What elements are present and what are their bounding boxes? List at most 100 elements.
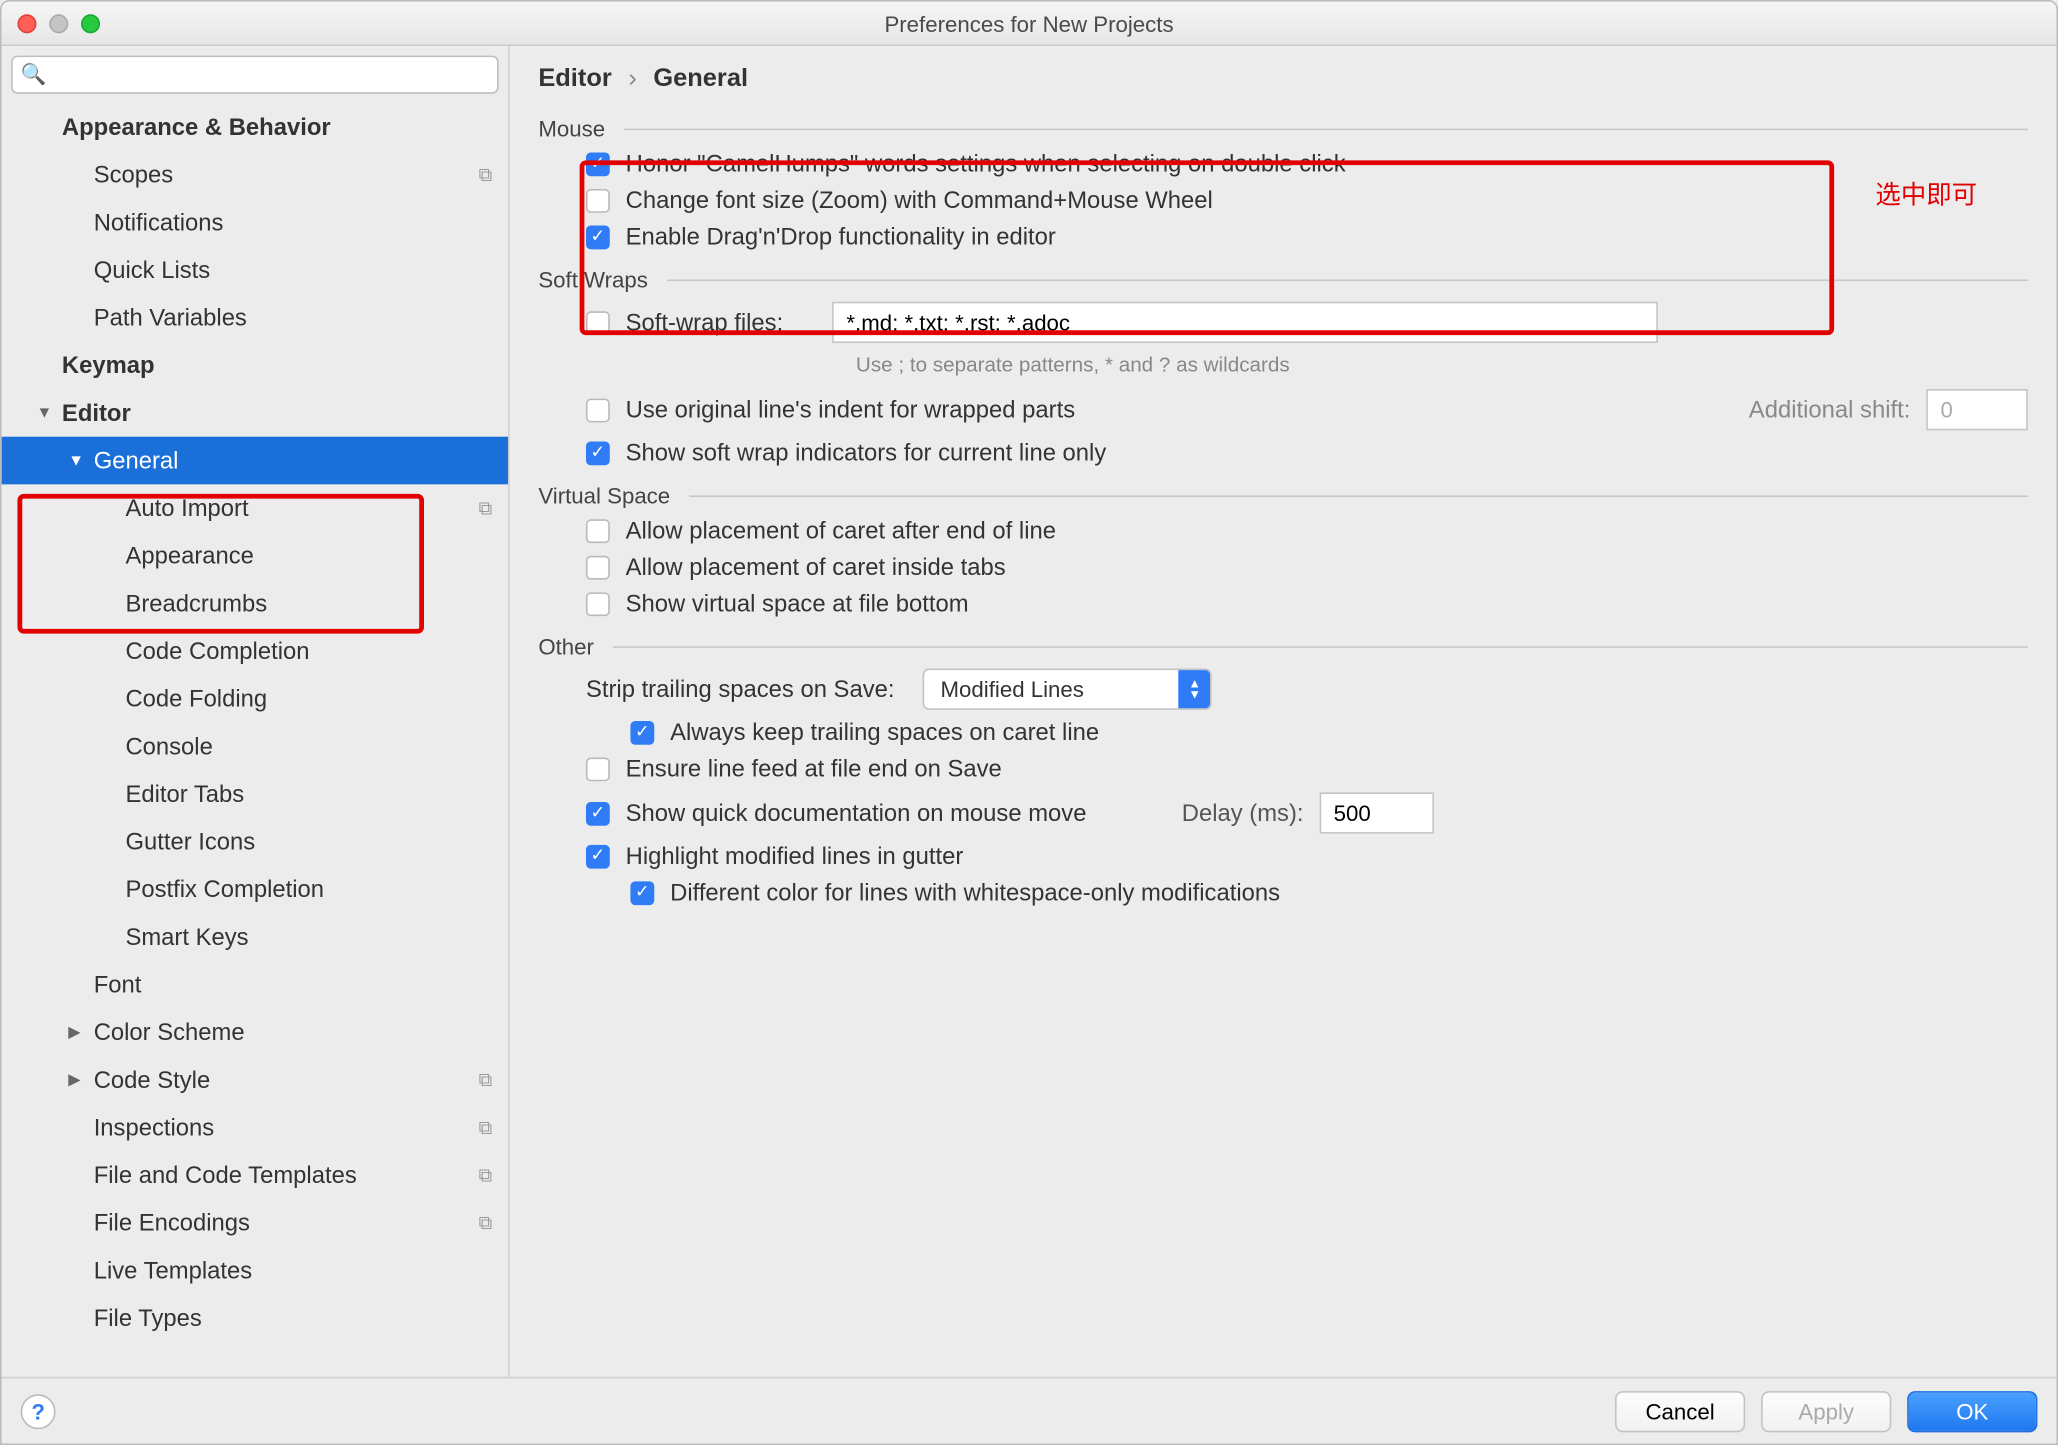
sidebar-item-notifications[interactable]: Notifications — [2, 199, 509, 247]
quick-doc-checkbox[interactable] — [586, 801, 610, 825]
sidebar-item-file-encodings[interactable]: File Encodings ⧉ — [2, 1199, 509, 1247]
sidebar-item-label: Breadcrumbs — [125, 590, 267, 617]
section-softwraps: Soft Wraps — [538, 267, 2028, 292]
sidebar-item-label: Scopes — [94, 161, 173, 188]
copy-icon: ⧉ — [479, 1163, 493, 1187]
section-other: Other — [538, 634, 2028, 659]
sidebar-item-label: Smart Keys — [125, 923, 248, 950]
caret-after-eol-checkbox[interactable] — [586, 519, 610, 543]
sidebar-item-smart-keys[interactable]: Smart Keys — [2, 913, 509, 961]
help-button[interactable]: ? — [21, 1393, 56, 1428]
sidebar-item-label: General — [94, 447, 179, 474]
use-original-indent-label: Use original line's indent for wrapped p… — [626, 396, 1075, 423]
sidebar-item-quick-lists[interactable]: Quick Lists — [2, 246, 509, 294]
sidebar-item-label: Notifications — [94, 209, 224, 236]
keep-trailing-label: Always keep trailing spaces on caret lin… — [670, 719, 1099, 746]
sidebar-item-editor[interactable]: ▼ Editor — [2, 389, 509, 437]
titlebar: Preferences for New Projects — [2, 2, 2057, 46]
sidebar-item-label: File Types — [94, 1305, 202, 1332]
sidebar-item-editor-tabs[interactable]: Editor Tabs — [2, 770, 509, 818]
sidebar-item-label: Appearance — [125, 542, 253, 569]
sidebar-item-code-style[interactable]: ▶Code Style⧉ — [2, 1056, 509, 1104]
copy-icon: ⧉ — [479, 1116, 493, 1140]
use-original-indent-checkbox[interactable] — [586, 398, 610, 422]
softwrap-indicators-label: Show soft wrap indicators for current li… — [626, 440, 1107, 467]
caret-after-eol-label: Allow placement of caret after end of li… — [626, 518, 1056, 545]
diff-color-label: Different color for lines with whitespac… — [670, 880, 1280, 907]
ok-button[interactable]: OK — [1907, 1390, 2037, 1431]
virtual-space-bottom-checkbox[interactable] — [586, 592, 610, 616]
sidebar-item-label: Editor — [62, 399, 131, 426]
sidebar-item-color-scheme[interactable]: ▶Color Scheme — [2, 1008, 509, 1056]
enable-dnd-checkbox[interactable] — [586, 225, 610, 249]
chevron-down-icon: ▼ — [37, 404, 53, 421]
sidebar-item-auto-import[interactable]: Auto Import⧉ — [2, 484, 509, 532]
sidebar-item-breadcrumbs[interactable]: Breadcrumbs — [2, 580, 509, 628]
copy-icon: ⧉ — [479, 1068, 493, 1092]
sidebar-item-postfix-completion[interactable]: Postfix Completion — [2, 865, 509, 913]
chevron-right-icon: ▶ — [68, 1023, 80, 1040]
window-title: Preferences for New Projects — [2, 10, 2057, 35]
cancel-button[interactable]: Cancel — [1615, 1390, 1745, 1431]
enable-dnd-label: Enable Drag'n'Drop functionality in edit… — [626, 224, 1056, 251]
breadcrumb: Editor › General — [538, 65, 2028, 94]
sidebar-item-console[interactable]: Console — [2, 723, 509, 771]
strip-trailing-select[interactable]: Modified Lines ▲▼ — [923, 669, 1212, 710]
softwrap-files-checkbox[interactable] — [586, 310, 610, 334]
search-icon: 🔍 — [21, 62, 47, 87]
honor-camelhumps-label: Honor "CamelHumps" words settings when s… — [626, 151, 1346, 178]
sidebar-item-label: Font — [94, 971, 142, 998]
chevron-right-icon: › — [628, 65, 636, 92]
sidebar-item-inspections[interactable]: Inspections⧉ — [2, 1104, 509, 1152]
breadcrumb-root: Editor — [538, 65, 611, 92]
sidebar-item-label: Appearance & Behavior — [62, 114, 331, 141]
copy-icon: ⧉ — [479, 496, 493, 520]
settings-tree[interactable]: Appearance & Behavior Scopes ⧉ Notification… — [2, 103, 509, 1380]
sidebar-item-gutter-icons[interactable]: Gutter Icons — [2, 818, 509, 866]
sidebar-item-label: Code Completion — [125, 638, 309, 665]
sidebar-item-code-completion[interactable]: Code Completion — [2, 627, 509, 675]
sidebar-item-label: Quick Lists — [94, 256, 210, 283]
sidebar-item-keymap[interactable]: Keymap — [2, 341, 509, 389]
copy-icon: ⧉ — [479, 163, 493, 187]
softwrap-files-label: Soft-wrap files: — [626, 309, 832, 336]
sidebar-item-label: Console — [125, 733, 212, 760]
sidebar-item-live-templates[interactable]: Live Templates — [2, 1247, 509, 1295]
additional-shift-input[interactable] — [1926, 389, 2028, 430]
strip-trailing-label: Strip trailing spaces on Save: — [586, 676, 895, 703]
preferences-window: Preferences for New Projects 🔍 Appearanc… — [0, 0, 2058, 1445]
keep-trailing-checkbox[interactable] — [630, 721, 654, 745]
sidebar-item-file-types[interactable]: File Types — [2, 1294, 509, 1342]
highlight-gutter-label: Highlight modified lines in gutter — [626, 843, 964, 870]
sidebar-item-label: File Encodings — [94, 1209, 250, 1236]
sidebar-item-general[interactable]: ▼General — [2, 437, 509, 485]
additional-shift-label: Additional shift: — [1749, 396, 1911, 423]
sidebar-item-font[interactable]: Font — [2, 961, 509, 1009]
ensure-lf-checkbox[interactable] — [586, 757, 610, 781]
sidebar-item-label: Editor Tabs — [125, 781, 244, 808]
honor-camelhumps-checkbox[interactable] — [586, 152, 610, 176]
apply-button[interactable]: Apply — [1761, 1390, 1891, 1431]
sidebar-item-appearance-behavior[interactable]: Appearance & Behavior — [2, 103, 509, 151]
settings-panel: Editor › General Mouse Honor "CamelHumps… — [510, 46, 2057, 1380]
sidebar-item-scopes[interactable]: Scopes ⧉ — [2, 151, 509, 199]
sidebar-item-label: Path Variables — [94, 304, 247, 331]
diff-color-checkbox[interactable] — [630, 881, 654, 905]
virtual-space-bottom-label: Show virtual space at file bottom — [626, 591, 969, 618]
delay-input[interactable] — [1319, 792, 1433, 833]
quick-doc-label: Show quick documentation on mouse move — [626, 800, 1087, 827]
copy-icon: ⧉ — [479, 1211, 493, 1235]
section-virtual-space: Virtual Space — [538, 483, 2028, 508]
sidebar-item-path-variables[interactable]: Path Variables — [2, 294, 509, 342]
search-input[interactable] — [11, 56, 499, 94]
sidebar-item-label: Code Folding — [125, 685, 267, 712]
ensure-lf-label: Ensure line feed at file end on Save — [626, 756, 1002, 783]
sidebar-item-appearance[interactable]: Appearance — [2, 532, 509, 580]
highlight-gutter-checkbox[interactable] — [586, 845, 610, 869]
softwrap-indicators-checkbox[interactable] — [586, 441, 610, 465]
caret-inside-tabs-checkbox[interactable] — [586, 556, 610, 580]
sidebar-item-file-and-code-templates[interactable]: File and Code Templates⧉ — [2, 1151, 509, 1199]
change-font-zoom-checkbox[interactable] — [586, 189, 610, 213]
softwrap-patterns-input[interactable] — [832, 302, 1658, 343]
sidebar-item-code-folding[interactable]: Code Folding — [2, 675, 509, 723]
